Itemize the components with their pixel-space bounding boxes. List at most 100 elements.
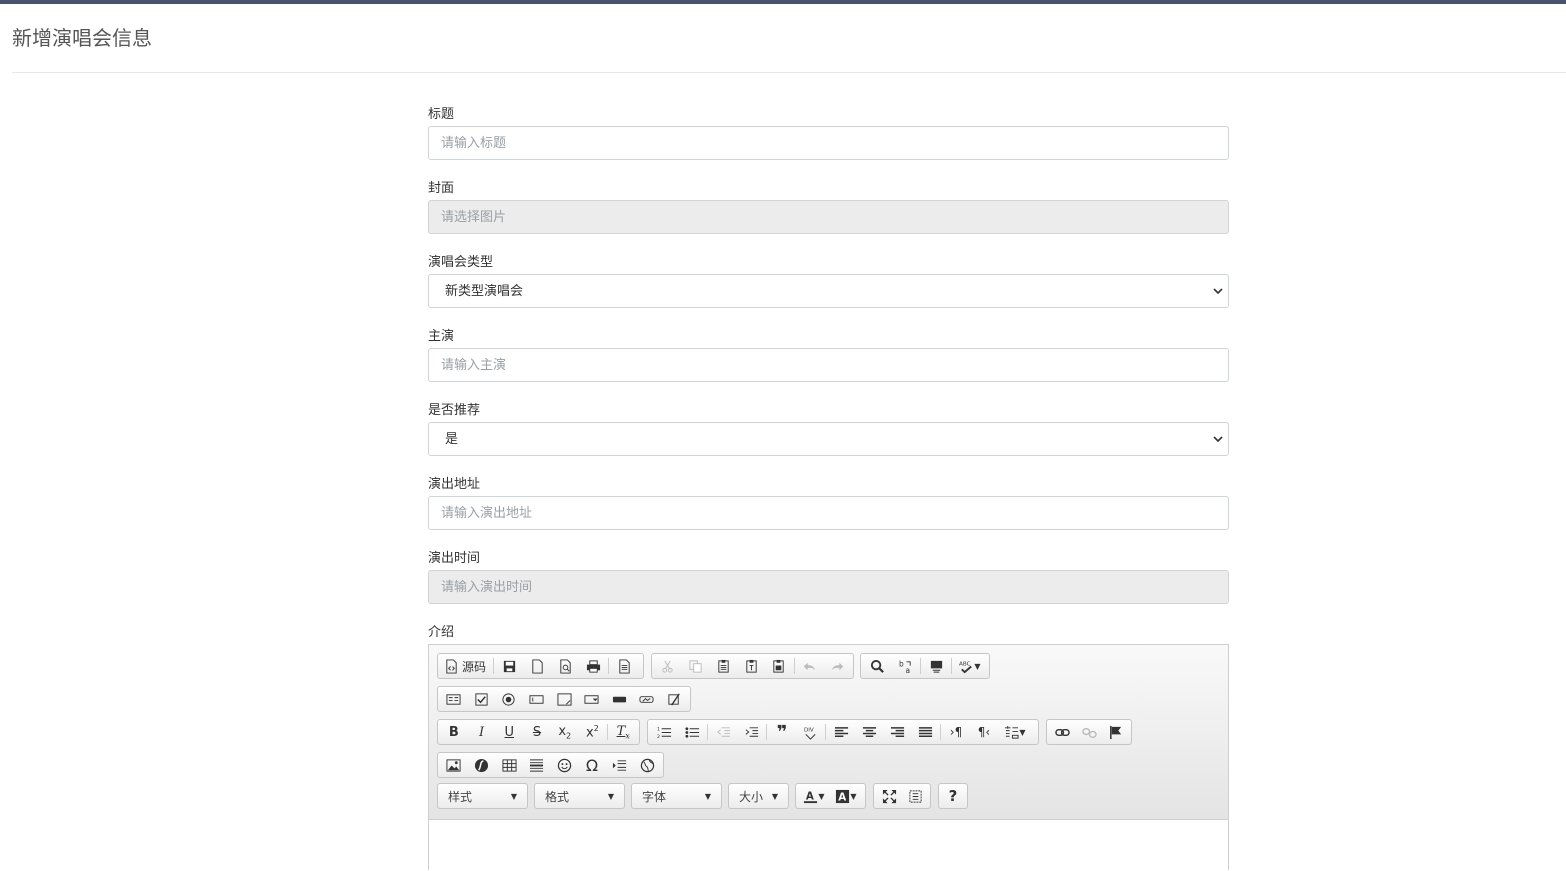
- show-blocks-button[interactable]: [902, 785, 928, 807]
- dropdown-caret-icon: ▼: [974, 661, 981, 671]
- strikethrough-button[interactable]: S: [523, 721, 551, 743]
- paste-button[interactable]: [709, 655, 737, 677]
- remove-format-button[interactable]: Tx: [609, 721, 637, 743]
- replace-button[interactable]: ba: [891, 655, 919, 677]
- recommend-select[interactable]: 是: [428, 422, 1229, 456]
- unlink-button[interactable]: [1076, 721, 1103, 743]
- dropdown-caret-icon: ▼: [704, 791, 711, 801]
- numbered-list-button[interactable]: 12: [650, 721, 678, 743]
- text-field-button[interactable]: [523, 688, 551, 710]
- styles-combo-label: 样式: [448, 789, 473, 804]
- lead-actor-label: 主演: [428, 329, 455, 344]
- format-combo[interactable]: 格式 ▼: [534, 783, 625, 809]
- time-input[interactable]: [428, 570, 1229, 604]
- image-button-icon: [639, 695, 654, 703]
- align-center-icon: [862, 726, 876, 737]
- align-left-button[interactable]: [827, 721, 855, 743]
- svg-text:1: 1: [657, 726, 660, 732]
- image-icon: [446, 758, 461, 772]
- blockquote-button[interactable]: ❞: [768, 721, 796, 743]
- redo-button[interactable]: [823, 655, 851, 677]
- save-button[interactable]: [495, 655, 523, 677]
- new-page-button[interactable]: [523, 655, 551, 677]
- bold-button[interactable]: B: [440, 721, 468, 743]
- italic-icon: I: [479, 724, 485, 740]
- special-char-button[interactable]: Ω: [578, 754, 606, 776]
- print-button[interactable]: [579, 655, 607, 677]
- copy-button[interactable]: [682, 655, 710, 677]
- image-button[interactable]: [440, 754, 468, 776]
- textarea-button[interactable]: [550, 688, 578, 710]
- styles-combo[interactable]: 样式 ▼: [437, 783, 528, 809]
- radio-button[interactable]: [495, 688, 523, 710]
- preview-button[interactable]: [551, 655, 579, 677]
- concert-type-select[interactable]: 新类型演唱会: [428, 274, 1229, 308]
- indent-button[interactable]: [737, 721, 765, 743]
- background-color-button[interactable]: A ▼: [830, 785, 862, 807]
- rtl-button[interactable]: ¶‹: [970, 721, 998, 743]
- outdent-button[interactable]: [709, 721, 737, 743]
- iframe-button[interactable]: [633, 754, 661, 776]
- rich-text-editor: 源码 ba ABC ▼ B I U S x2 x2 Tx 1 2 ❞ DIV ›…: [428, 644, 1229, 871]
- justify-button[interactable]: [911, 721, 939, 743]
- underline-icon: U: [504, 724, 515, 740]
- dropdown-caret-icon: ▼: [510, 791, 517, 801]
- subscript-button[interactable]: x2: [551, 721, 579, 743]
- select-all-button[interactable]: [922, 655, 950, 677]
- dropdown-caret-icon: ▼: [607, 791, 614, 801]
- table-button[interactable]: [495, 754, 523, 776]
- source-button[interactable]: 源码: [440, 655, 492, 677]
- links-toolbar-group: [1046, 719, 1132, 745]
- ltr-button[interactable]: ›¶: [942, 721, 970, 743]
- cover-image-input[interactable]: [428, 200, 1229, 234]
- templates-button[interactable]: [610, 655, 638, 677]
- form-button[interactable]: [440, 688, 468, 710]
- paste-word-button[interactable]: [765, 655, 793, 677]
- size-combo-label: 大小: [739, 789, 764, 804]
- editor-content-area[interactable]: [429, 820, 1228, 871]
- undo-icon: [803, 662, 816, 670]
- checkbox-button[interactable]: [468, 688, 496, 710]
- templates-icon: [618, 658, 630, 674]
- hidden-field-icon: [668, 692, 680, 706]
- concert-type-label: 演唱会类型: [428, 255, 494, 270]
- bulleted-list-button[interactable]: [678, 721, 706, 743]
- horizontal-rule-button[interactable]: [523, 754, 551, 776]
- font-combo[interactable]: 字体 ▼: [631, 783, 722, 809]
- hidden-field-button[interactable]: [661, 688, 689, 710]
- flash-button[interactable]: [468, 754, 496, 776]
- save-icon: [503, 660, 515, 672]
- create-div-button[interactable]: DIV: [796, 721, 824, 743]
- italic-button[interactable]: I: [468, 721, 496, 743]
- font-combo-label: 字体: [642, 789, 667, 804]
- align-center-button[interactable]: [855, 721, 883, 743]
- maximize-button[interactable]: [876, 785, 902, 807]
- find-button[interactable]: [863, 655, 891, 677]
- select-field-button[interactable]: [578, 688, 606, 710]
- form-icon: [446, 693, 461, 705]
- image-button-button[interactable]: [633, 688, 661, 710]
- align-right-button[interactable]: [883, 721, 911, 743]
- text-field-icon: [529, 694, 544, 704]
- text-color-button[interactable]: A ▼: [798, 785, 830, 807]
- anchor-button[interactable]: [1102, 721, 1129, 743]
- cut-button[interactable]: [654, 655, 682, 677]
- button-element-button[interactable]: [605, 688, 633, 710]
- dropdown-caret-icon: ▼: [818, 791, 825, 801]
- toolbar-separator: [825, 724, 826, 740]
- title-input[interactable]: [428, 126, 1229, 160]
- address-input[interactable]: [428, 496, 1229, 530]
- paste-text-button[interactable]: [737, 655, 765, 677]
- underline-button[interactable]: U: [495, 721, 523, 743]
- page-break-button[interactable]: [606, 754, 634, 776]
- undo-button[interactable]: [796, 655, 824, 677]
- lead-actor-input[interactable]: [428, 348, 1229, 382]
- size-combo[interactable]: 大小 ▼: [728, 783, 789, 809]
- spellcheck-button[interactable]: ABC ▼: [953, 655, 987, 677]
- svg-text:a: a: [905, 666, 910, 674]
- smiley-button[interactable]: [551, 754, 579, 776]
- language-button[interactable]: ▼: [998, 721, 1032, 743]
- help-button[interactable]: ?: [941, 785, 965, 807]
- superscript-button[interactable]: x2: [579, 721, 607, 743]
- link-button[interactable]: [1049, 721, 1076, 743]
